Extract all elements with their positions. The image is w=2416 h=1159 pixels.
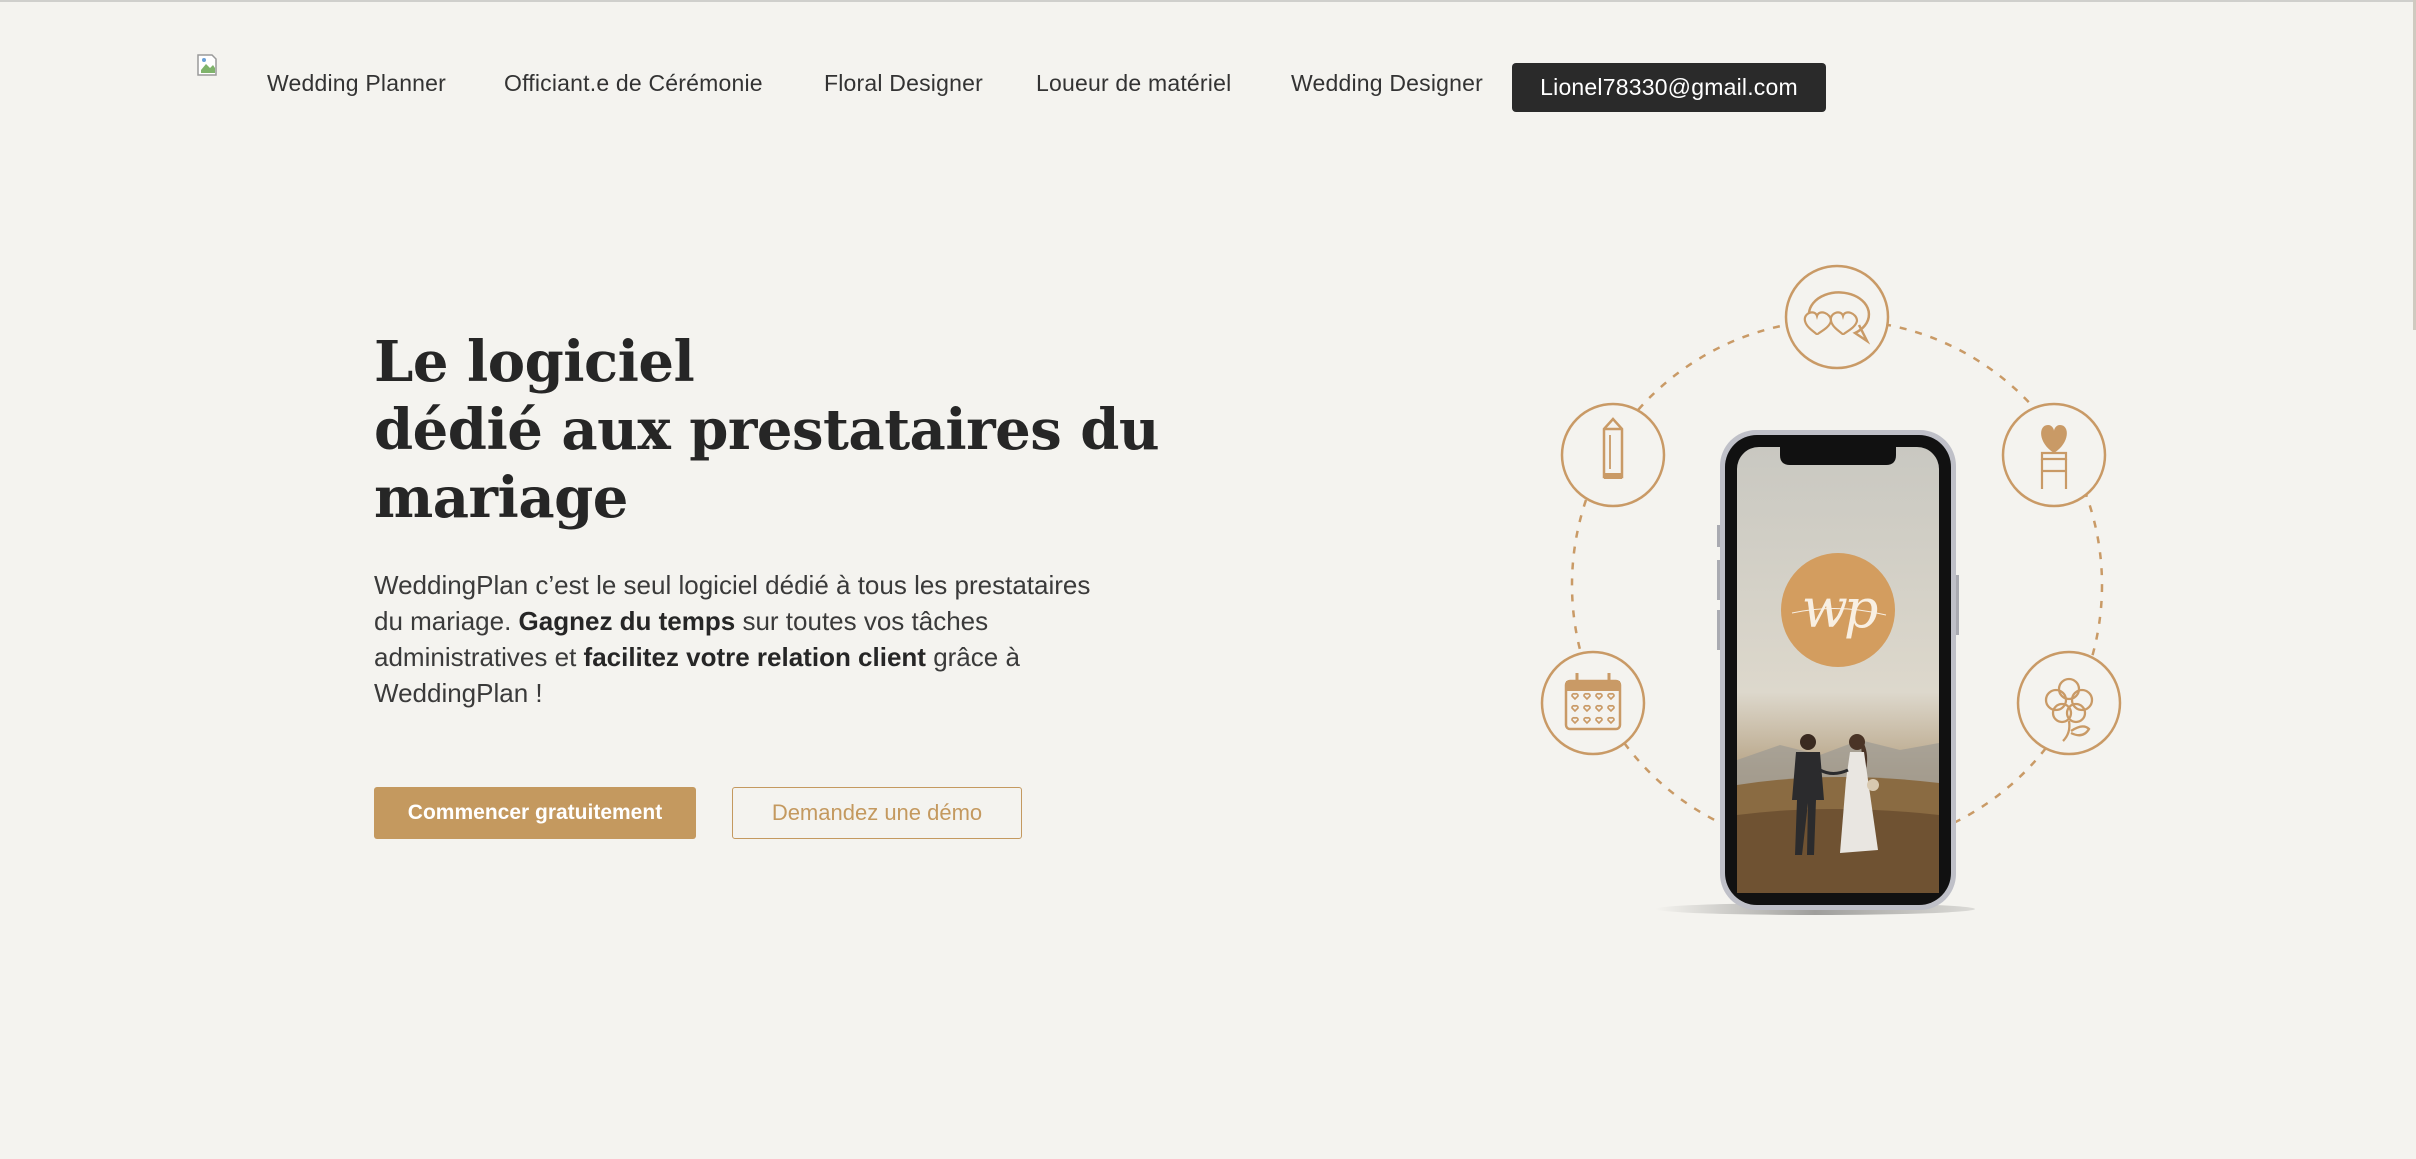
nav-wedding-designer[interactable]: Wedding Designer	[1291, 70, 1483, 97]
calendar-hearts-icon	[1540, 650, 1646, 756]
nav-floral-designer[interactable]: Floral Designer	[824, 70, 983, 97]
nav-loueur-materiel[interactable]: Loueur de matériel	[1036, 70, 1231, 97]
desc-bold-save-time: Gagnez du temps	[518, 606, 736, 636]
nav-wedding-planner[interactable]: Wedding Planner	[267, 70, 446, 97]
wp-monogram-icon: wp	[1781, 553, 1895, 667]
heart-chair-icon	[2001, 402, 2107, 508]
request-demo-button[interactable]: Demandez une démo	[732, 787, 1022, 839]
top-border	[0, 0, 2416, 2]
account-button[interactable]: Lionel78330@gmail.com	[1512, 63, 1826, 112]
hero-description: WeddingPlan c’est le seul logiciel dédié…	[374, 567, 1124, 711]
hero-title-line: Le logiciel	[374, 329, 695, 395]
heart-chat-icon	[1784, 264, 1890, 370]
pencil-icon	[1560, 402, 1666, 508]
nav-officiant[interactable]: Officiant.e de Cérémonie	[504, 70, 763, 97]
hero-illustration: wp	[1530, 255, 2150, 935]
logo-broken-image-icon[interactable]	[197, 54, 221, 76]
hero-title-line: mariage	[374, 465, 628, 531]
start-free-button[interactable]: Commencer gratuitement	[374, 787, 696, 839]
phone-mockup: wp	[1717, 430, 1959, 910]
flower-icon	[2016, 650, 2122, 756]
desc-bold-client-relation: facilitez votre relation client	[583, 642, 926, 672]
hero-title-line: dédié aux prestataires du	[374, 397, 1160, 463]
hero-title: Le logiciel dédié aux prestataires du ma…	[374, 328, 1174, 532]
